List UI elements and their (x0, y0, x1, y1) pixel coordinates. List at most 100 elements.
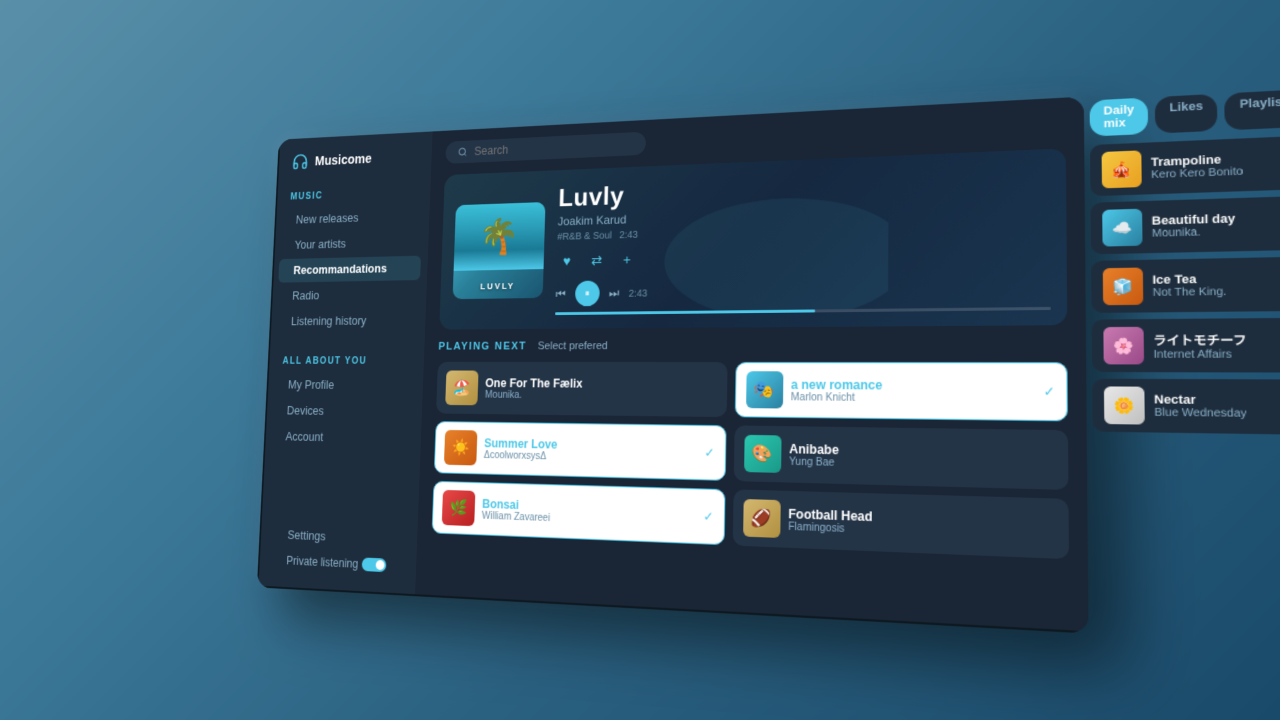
player-controls: ⏮ ⏸ ⏭ 2:43 (555, 272, 1051, 306)
song-thumb-nectar: 🌼 (1104, 386, 1145, 424)
card-artist-3: ΔcoolworxsysΔ (484, 450, 557, 462)
tab-likes[interactable]: Likes (1155, 94, 1218, 134)
track-card-a-new-romance[interactable]: 🎭 a new romance Marlon Knicht ✓ (734, 362, 1068, 421)
track-card-summer-love[interactable]: ☀️ Summer Love ΔcoolworxsysΔ ✓ (434, 421, 726, 481)
track-thumb-a-new-romance: 🎭 (746, 371, 783, 408)
check-mark-2: ✓ (1043, 384, 1055, 399)
track-genre: #R&B & Soul (557, 231, 612, 243)
track-actions: ♥ ⇄ + (556, 238, 1050, 271)
track-card-info-5: Bonsai William Zavareei (482, 496, 551, 523)
sidebar-item-my-profile[interactable]: My Profile (273, 373, 417, 398)
sidebar-item-radio[interactable]: Radio (277, 282, 420, 308)
card-artist-5: William Zavareei (482, 510, 551, 523)
card-title-3: Summer Love (484, 436, 558, 451)
song-info-nectar: Nectar Blue Wednesday (1154, 393, 1247, 420)
check-mark-3: ✓ (704, 445, 714, 460)
track-title: Luvly (558, 164, 1050, 213)
check-mark-5: ✓ (703, 509, 713, 524)
card-artist-2: Marlon Knicht (791, 391, 883, 403)
prev-button[interactable]: ⏮ (555, 286, 565, 301)
share-button[interactable]: ⇄ (586, 249, 607, 271)
sidebar-item-new-releases[interactable]: New releases (281, 204, 423, 233)
daily-mix-song-list: 🎪 Trampoline Kero Kero Bonito ☁️ Beautif… (1090, 136, 1280, 647)
headphones-icon (292, 152, 309, 171)
album-art-emoji: 🌴 (478, 216, 520, 257)
search-input[interactable] (474, 137, 633, 158)
track-card-info: One For The Fælix Mounika. (485, 376, 583, 401)
app-window: Musicome MUSIC New releases Your artists… (257, 97, 1089, 634)
track-card-one-for-the-faelix[interactable]: 🏖️ One For The Fælix Mounika. (436, 362, 727, 417)
song-title-raito-mochif: ライトモチーフ (1153, 330, 1246, 348)
track-thumb-anibabe: 🎨 (744, 435, 781, 473)
track-card-football-head[interactable]: 🏈 Football Head Flamingosis (732, 489, 1069, 559)
now-playing-card: 🌴 LUVLY Luvly Joakim Karud #R&B & Soul 2… (439, 148, 1067, 329)
tab-playlists[interactable]: Playlists (1225, 89, 1280, 130)
song-item-raito-mochif[interactable]: 🌸 ライトモチーフ Internet Affairs (1092, 318, 1280, 373)
main-content: 🌴 LUVLY Luvly Joakim Karud #R&B & Soul 2… (415, 97, 1088, 634)
song-artist-ice-tea: Not The King. (1153, 285, 1227, 298)
select-prefered-label: Select prefered (538, 340, 608, 352)
sidebar-item-listening-history[interactable]: Listening history (276, 308, 419, 333)
play-pause-button[interactable]: ⏸ (575, 281, 600, 307)
song-artist-beautiful-day: Mounika. (1152, 225, 1236, 239)
search-bar[interactable] (445, 132, 646, 164)
track-card-info-4: Anibabe Yung Bae (789, 441, 839, 468)
track-card-info-2: a new romance Marlon Knicht (791, 377, 883, 404)
song-info-trampoline: Trampoline Kero Kero Bonito (1151, 152, 1243, 181)
song-title-nectar: Nectar (1154, 393, 1247, 407)
sidebar-item-recommendations[interactable]: Recommandations (278, 256, 421, 283)
album-art-label: LUVLY (480, 281, 515, 299)
card-artist: Mounika. (485, 389, 583, 401)
card-artist-4: Yung Bae (789, 456, 839, 469)
song-thumb-beautiful-day: ☁️ (1102, 209, 1142, 247)
song-item-trampoline[interactable]: 🎪 Trampoline Kero Kero Bonito (1090, 136, 1280, 197)
album-art: 🌴 LUVLY (453, 202, 546, 299)
song-title-ice-tea: Ice Tea (1152, 272, 1226, 286)
track-card-info-3: Summer Love ΔcoolworxsysΔ (484, 436, 558, 462)
current-time: 2:43 (629, 289, 648, 300)
track-thumb-bonsai: 🌿 (442, 490, 476, 526)
about-section-label: ALL ABOUT YOU (267, 349, 424, 373)
next-button[interactable]: ⏭ (609, 286, 620, 301)
track-card-bonsai[interactable]: 🌿 Bonsai William Zavareei ✓ (432, 481, 725, 545)
playing-next-section: PLAYING NEXT Select prefered 🏖️ One For … (415, 338, 1088, 633)
sidebar-item-account[interactable]: Account (270, 424, 414, 451)
tab-daily-mix[interactable]: Daily mix (1090, 97, 1149, 136)
track-thumb-one-for-the-faelix: 🏖️ (445, 370, 478, 405)
card-title-2: a new romance (791, 377, 883, 392)
song-item-nectar[interactable]: 🌼 Nectar Blue Wednesday (1092, 379, 1280, 435)
song-title-beautiful-day: Beautiful day (1152, 212, 1236, 227)
track-card-info-6: Football Head Flamingosis (788, 506, 873, 535)
song-artist-nectar: Blue Wednesday (1154, 406, 1247, 419)
private-listening-toggle[interactable] (362, 557, 387, 572)
private-listening-row: Private listening (271, 548, 403, 579)
sidebar-item-devices[interactable]: Devices (271, 399, 415, 425)
search-icon (458, 146, 468, 158)
track-thumb-summer-love: ☀️ (444, 430, 477, 466)
playing-next-label: PLAYING NEXT (438, 341, 527, 353)
song-item-ice-tea[interactable]: 🧊 Ice Tea Not The King. (1091, 257, 1280, 313)
song-info-raito-mochif: ライトモチーフ Internet Affairs (1153, 330, 1247, 360)
top-bar (431, 97, 1084, 176)
song-item-beautiful-day[interactable]: ☁️ Beautiful day Mounika. (1091, 196, 1280, 255)
progress-fill (555, 309, 815, 315)
right-panel: Daily mix Likes Playlists 🎪 Trampoline K… (1090, 85, 1280, 647)
progress-bar[interactable] (555, 307, 1051, 315)
progress-area: ⏮ ⏸ ⏭ 2:43 (555, 272, 1051, 315)
song-thumb-trampoline: 🎪 (1102, 150, 1142, 188)
heart-button[interactable]: ♥ (556, 250, 577, 272)
tab-bar: Daily mix Likes Playlists (1090, 85, 1280, 137)
card-title-4: Anibabe (789, 441, 839, 457)
song-info-beautiful-day: Beautiful day Mounika. (1152, 212, 1236, 239)
sidebar: Musicome MUSIC New releases Your artists… (257, 131, 433, 596)
tracks-grid: 🏖️ One For The Fælix Mounika. 🎭 a new ro… (432, 362, 1069, 559)
sidebar-item-your-artists[interactable]: Your artists (279, 230, 421, 258)
song-thumb-raito-mochif: 🌸 (1103, 327, 1144, 365)
add-button[interactable]: + (616, 248, 637, 270)
playing-next-header: PLAYING NEXT Select prefered (438, 338, 1067, 352)
song-artist-raito-mochif: Internet Affairs (1153, 348, 1247, 360)
track-thumb-football-head: 🏈 (743, 499, 781, 538)
track-card-anibabe[interactable]: 🎨 Anibabe Yung Bae (733, 425, 1068, 490)
song-thumb-ice-tea: 🧊 (1103, 268, 1144, 306)
track-info: Luvly Joakim Karud #R&B & Soul 2:43 ♥ ⇄ … (555, 164, 1051, 315)
